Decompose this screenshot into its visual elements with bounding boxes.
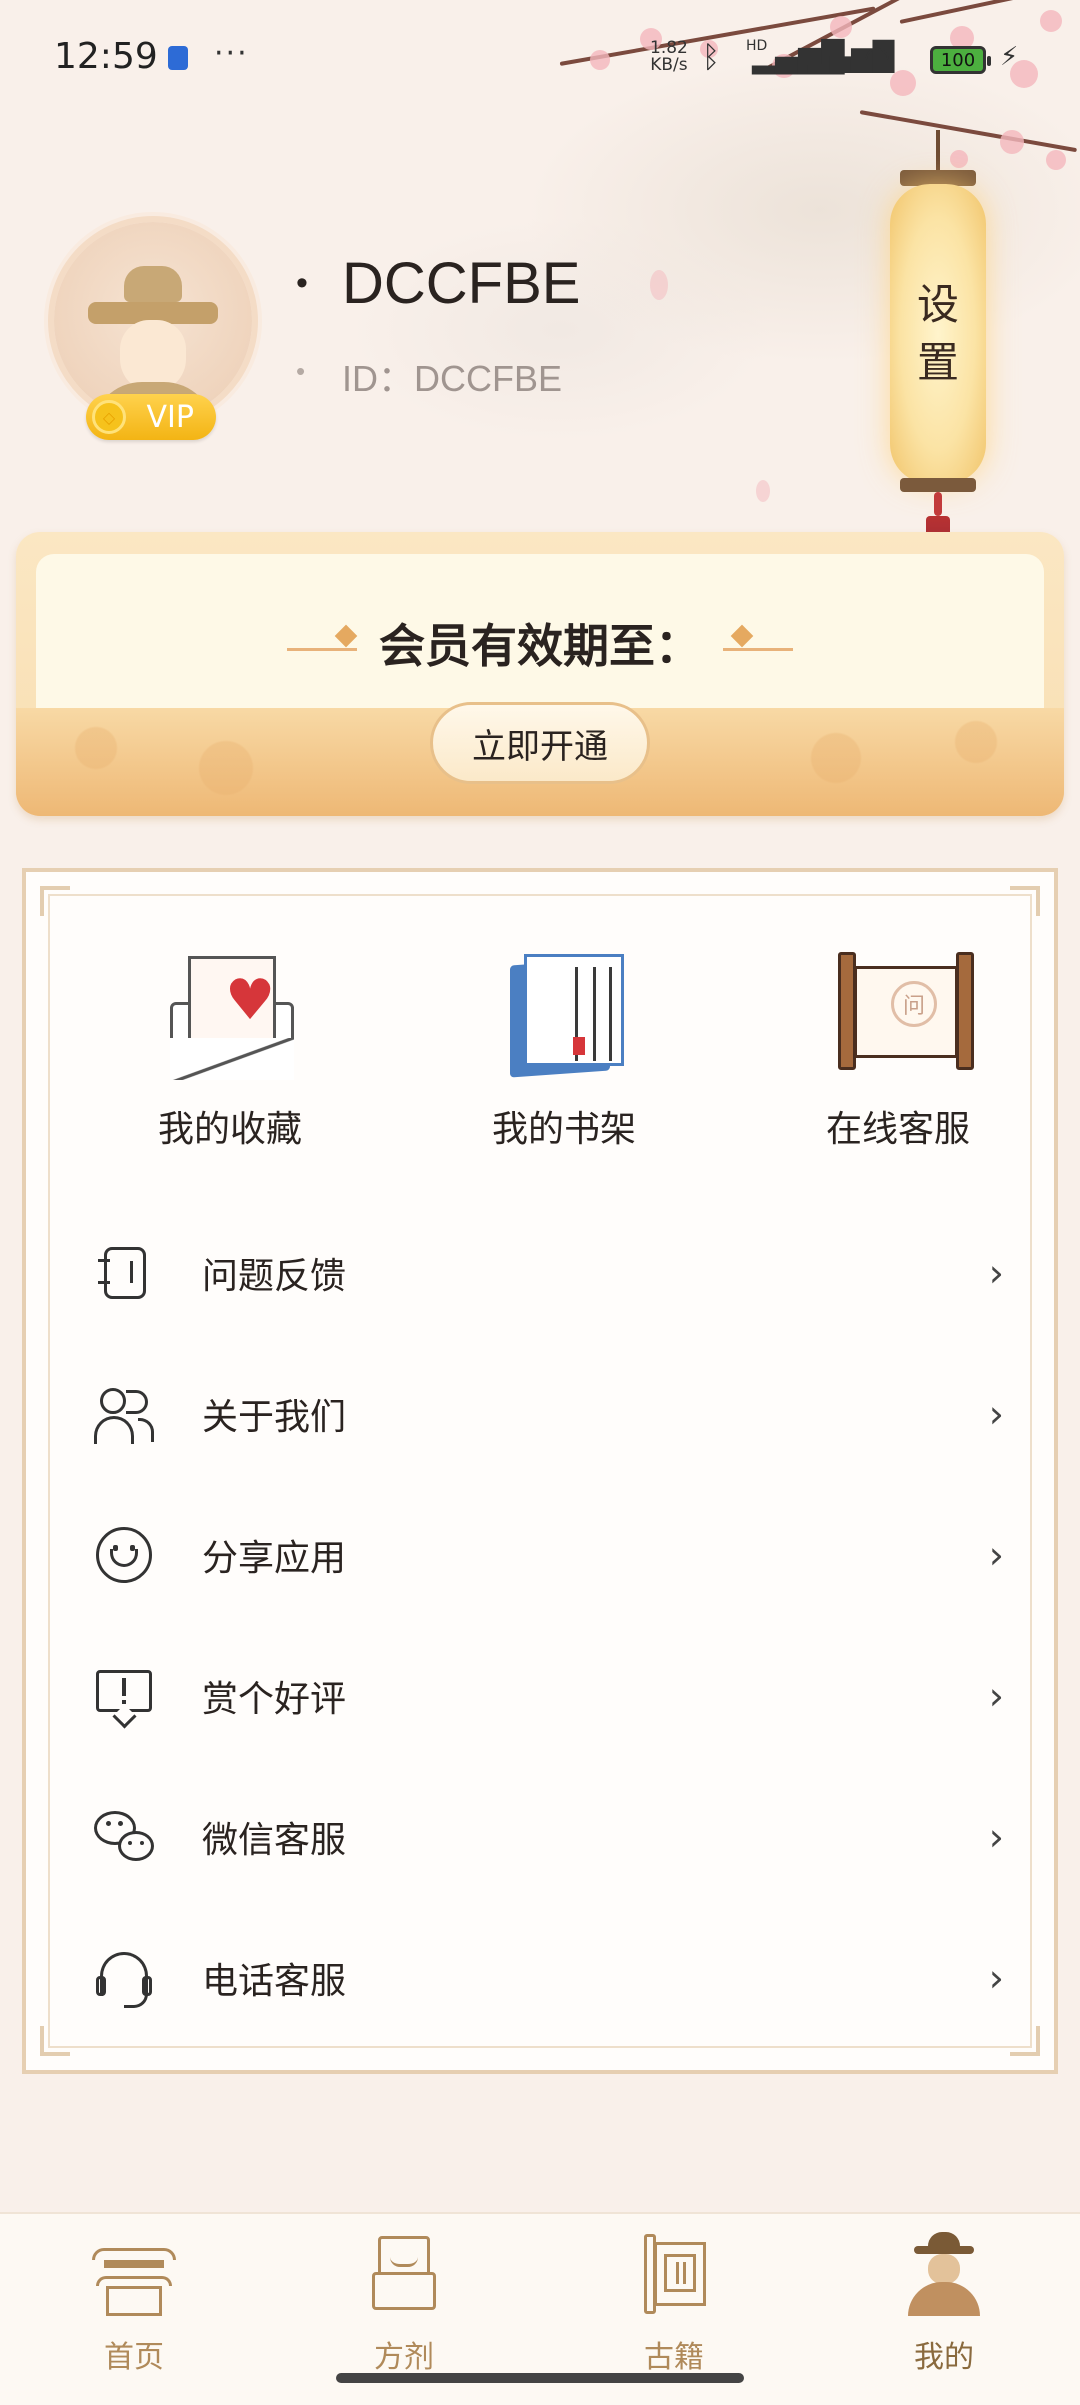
battery-icon: 100: [930, 46, 991, 74]
settings-label: 设 置: [890, 184, 986, 484]
tab-prescriptions[interactable]: 方剂: [304, 2232, 504, 2375]
chevron-right-icon: ›: [988, 1391, 1004, 1436]
notification-app-icon: [168, 46, 188, 70]
chevron-right-icon: ›: [988, 1673, 1004, 1718]
menu-item-wechat[interactable]: 微信客服 ›: [26, 1766, 1054, 1907]
tab-home[interactable]: 首页: [34, 2232, 234, 2375]
network-speed: 1.82 KB/s: [650, 38, 688, 75]
chevron-right-icon: ›: [988, 1955, 1004, 2000]
home-indicator[interactable]: [336, 2373, 744, 2383]
smile-icon: [94, 1525, 154, 1585]
chevron-right-icon: ›: [988, 1532, 1004, 1577]
tab-mine[interactable]: 我的: [844, 2232, 1044, 2375]
vip-badge: ◇ VIP: [86, 394, 216, 440]
chevron-right-icon: ›: [988, 1814, 1004, 1859]
avatar[interactable]: [54, 222, 252, 420]
coin-icon: ◇: [92, 400, 126, 434]
activate-membership-button[interactable]: 立即开通: [430, 702, 650, 784]
chevron-right-icon: ›: [988, 1250, 1004, 1295]
menu-item-phone[interactable]: 电话客服 ›: [26, 1907, 1054, 2048]
membership-card: 会员有效期至： 立即开通: [16, 532, 1064, 816]
menu-list: 问题反馈 › 关于我们 › 分享应用 › 赏个好评 › 微信客服 › 电话客服 …: [26, 1202, 1054, 2048]
username: DCCFBE: [296, 250, 580, 317]
membership-expiry-title: 会员有效期至：: [16, 610, 1064, 676]
bluetooth-icon: ᛒ: [702, 40, 720, 75]
ancient-book-icon: [630, 2232, 718, 2316]
menu-item-feedback[interactable]: 问题反馈 ›: [26, 1202, 1054, 1343]
menu-item-share[interactable]: 分享应用 ›: [26, 1484, 1054, 1625]
headset-icon: [94, 1948, 154, 2008]
shortcut-online-service[interactable]: 问 在线客服: [778, 952, 1018, 1162]
charging-icon: ⚡: [1000, 42, 1019, 72]
temple-icon: [90, 2232, 178, 2316]
shortcut-favorites[interactable]: ♥ 我的收藏: [110, 952, 350, 1162]
scroll-icon: 问: [838, 952, 974, 1082]
wifi-icon: ◠: [864, 40, 891, 75]
book-icon: [504, 952, 624, 1082]
user-id: ID：DCCFBE: [296, 350, 562, 402]
comment-alert-icon: [94, 1666, 154, 1729]
users-icon: [94, 1384, 154, 1444]
shortcut-bookshelf[interactable]: 我的书架: [444, 952, 684, 1162]
envelope-heart-icon: ♥: [170, 952, 294, 1082]
menu-item-about[interactable]: 关于我们 ›: [26, 1343, 1054, 1484]
more-notifications-icon: ···: [214, 36, 249, 71]
status-time: 12:59: [54, 36, 158, 77]
status-bar: 12:59 ··· 1.82 KB/s ᛒ HD ▂▄▆█ ▂▄▆█ ◠ 100…: [0, 0, 1080, 120]
prescription-icon: [360, 2232, 448, 2316]
lantern-base: [900, 478, 976, 492]
profile-icon: [900, 2232, 988, 2316]
wechat-icon: [94, 1807, 154, 1867]
menu-item-rate[interactable]: 赏个好评 ›: [26, 1625, 1054, 1766]
menu-panel: ♥ 我的收藏 我的书架 问 在线客服 问题反馈 › 关于我们 › 分享应用 › …: [22, 868, 1058, 2074]
settings-lantern-button[interactable]: 设 置: [888, 130, 988, 484]
tab-ancient-books[interactable]: 古籍: [574, 2232, 774, 2375]
notebook-icon: [94, 1243, 154, 1303]
